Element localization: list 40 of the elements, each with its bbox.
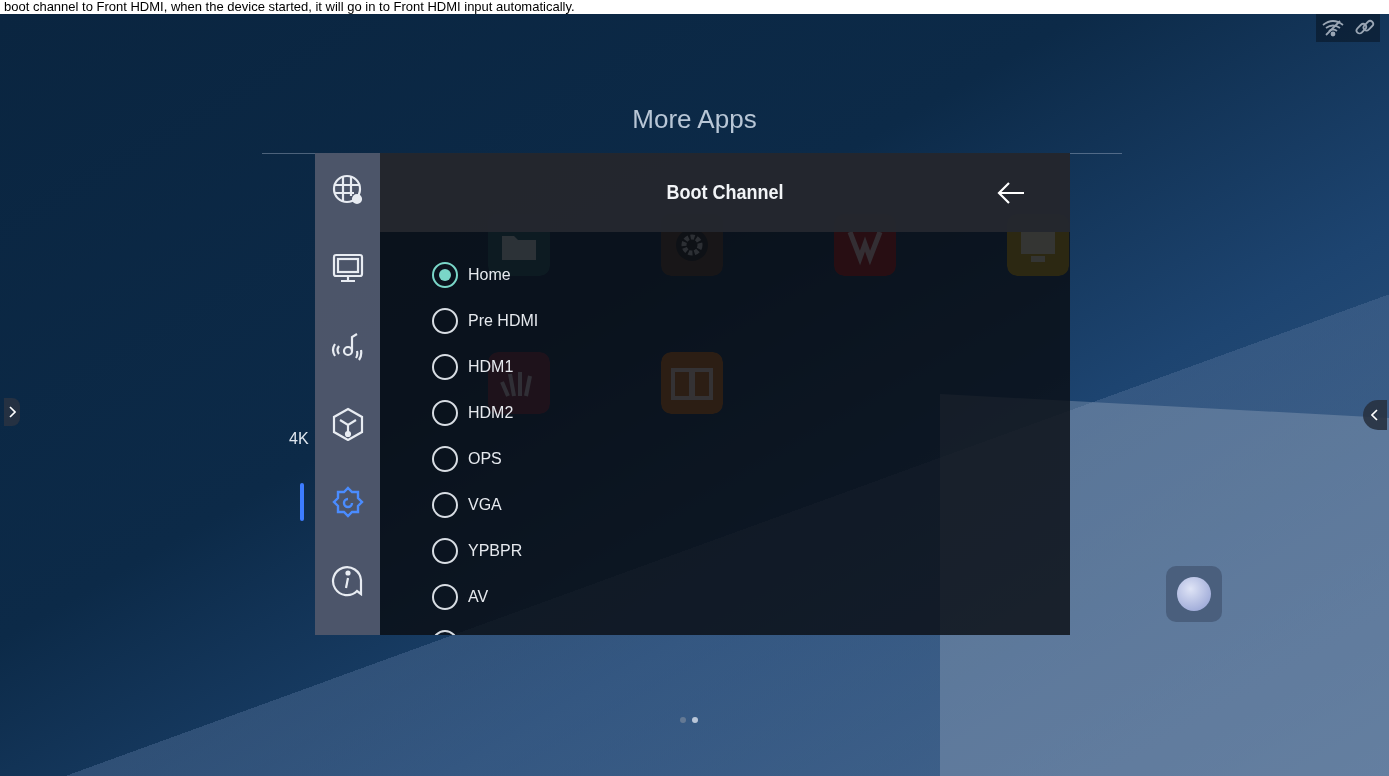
back-button[interactable] (996, 180, 1026, 206)
radio-option[interactable]: Pre HDMI (432, 308, 539, 334)
back-arrow-icon (996, 180, 1026, 206)
radio-option[interactable]: VGA (432, 492, 502, 518)
globe-gear-icon (330, 173, 365, 207)
page-title: More Apps (632, 104, 757, 134)
settings-icon (330, 485, 365, 519)
chevron-right-icon (8, 406, 16, 418)
radio-button[interactable] (432, 492, 458, 518)
radio-option[interactable]: OPS (432, 446, 502, 472)
sidebar-item[interactable] (330, 173, 365, 207)
radio-option[interactable]: AV (432, 584, 489, 610)
caption-text: boot channel to Front HDMI, when the device started, it will go in to Front HDMI input automatically. (3, 0, 576, 14)
radio-button[interactable] (432, 538, 458, 564)
radio-option[interactable]: YPBPR (432, 538, 523, 564)
wifi-icon (1321, 19, 1344, 37)
floating-ball-button[interactable] (1166, 566, 1222, 622)
app-label[interactable]: 4K (289, 430, 309, 448)
radio-button[interactable] (432, 584, 458, 610)
radio-option[interactable]: HDM2 (432, 400, 514, 426)
expand-right-button[interactable] (1363, 400, 1387, 430)
info-icon (330, 563, 365, 597)
radio-option[interactable]: HDM1 (432, 354, 514, 380)
monitor-icon (330, 251, 365, 285)
sidebar-item[interactable] (330, 251, 365, 285)
cube-icon (330, 407, 365, 441)
page-dot[interactable] (692, 717, 698, 723)
selection-indicator (299, 483, 304, 521)
radio-button[interactable] (432, 308, 458, 334)
radio-option[interactable]: Home (432, 262, 511, 288)
expand-left-button[interactable] (4, 398, 20, 426)
radio-button[interactable] (432, 262, 458, 288)
sidebar-item[interactable] (330, 407, 365, 441)
sidebar-item[interactable] (330, 563, 365, 597)
radio-button[interactable] (432, 446, 458, 472)
page-dot[interactable] (680, 717, 686, 723)
dialog-title: Boot Channel (666, 181, 784, 204)
chevron-left-icon (1371, 409, 1379, 421)
radio-button[interactable] (432, 354, 458, 380)
radio-button[interactable] (432, 400, 458, 426)
